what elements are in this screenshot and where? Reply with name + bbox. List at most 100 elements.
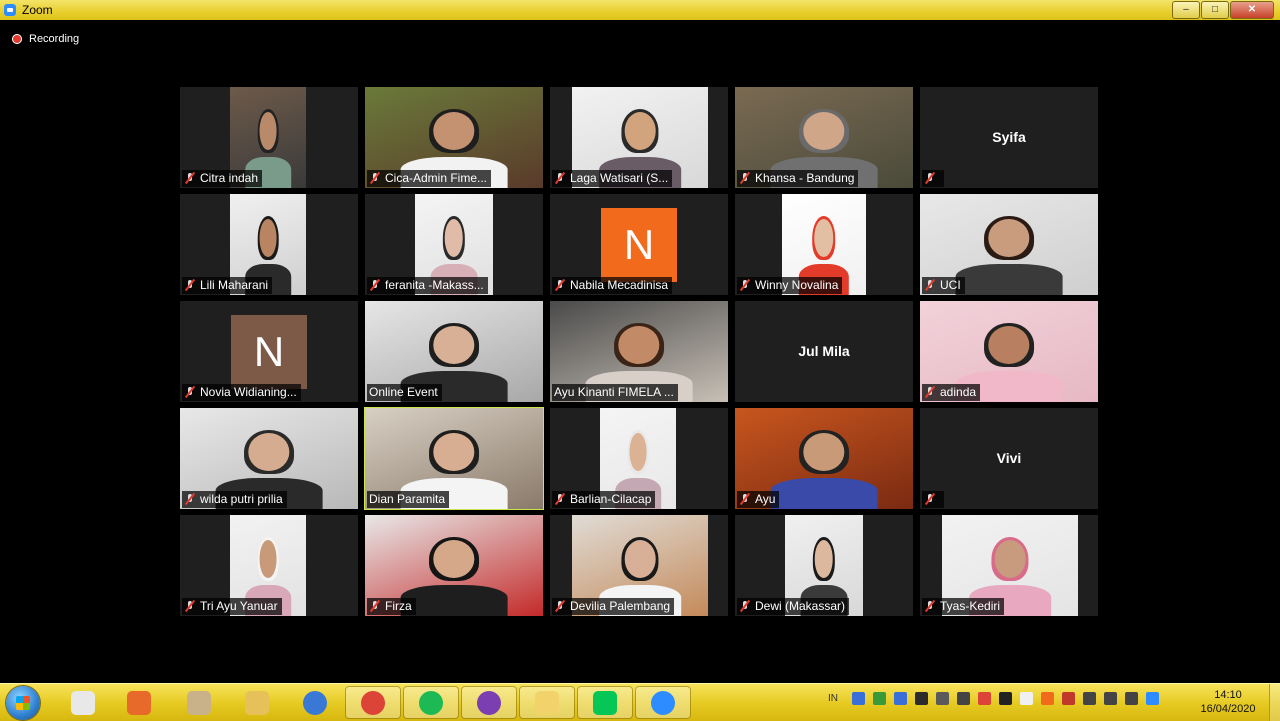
recording-indicator[interactable]: Recording (12, 33, 79, 45)
participant-name-label (922, 491, 944, 508)
participant-name: UCI (940, 278, 961, 292)
window-title-bar: Zoom – □ ✕ (0, 0, 1280, 20)
start-button[interactable] (6, 686, 40, 720)
participant-tile[interactable]: Citra indah (180, 87, 358, 188)
participant-tile[interactable]: N Nabila Mecadinisa (550, 194, 728, 295)
taskbar-item[interactable] (230, 687, 284, 718)
participant-name: Tri Ayu Yanuar (200, 599, 278, 613)
tray-app-icon[interactable] (999, 692, 1012, 705)
participant-name: Nabila Mecadinisa (570, 278, 669, 292)
taskbar-item[interactable] (172, 687, 226, 718)
taskbar-item[interactable] (404, 687, 458, 718)
participant-name-label: Ayu Kinanti FIMELA ... (552, 384, 678, 401)
tray-app-icon[interactable] (894, 692, 907, 705)
mic-muted-icon (369, 600, 381, 613)
participant-tile[interactable]: Devilia Palembang (550, 515, 728, 616)
participant-tile[interactable]: Winny Novalina (735, 194, 913, 295)
participant-center-name: Jul Mila (798, 343, 850, 359)
participant-name-label: Laga Watisari (S... (552, 170, 673, 187)
participant-center-name: Vivi (996, 450, 1022, 466)
tray-app-icon[interactable] (915, 692, 928, 705)
participant-tile[interactable]: Cica-Admin Fime... (365, 87, 543, 188)
taskbar-clock[interactable]: 14:10 16/04/2020 (1196, 688, 1260, 716)
participant-name-label: Nabila Mecadinisa (552, 277, 673, 294)
show-desktop-button[interactable] (1269, 684, 1280, 721)
tray-app-icon[interactable] (1125, 692, 1138, 705)
participant-tile[interactable]: N Novia Widianing... (180, 301, 358, 402)
maximize-button[interactable]: □ (1201, 1, 1229, 19)
participant-tile[interactable]: Tyas-Kediri (920, 515, 1098, 616)
clock-date: 16/04/2020 (1200, 703, 1256, 715)
participant-name-label: Tri Ayu Yanuar (182, 598, 282, 615)
close-button[interactable]: ✕ (1230, 1, 1274, 19)
mic-muted-icon (184, 386, 196, 399)
participant-tile[interactable]: UCI (920, 194, 1098, 295)
participant-tile[interactable]: Dewi (Makassar) (735, 515, 913, 616)
participant-name: Citra indah (200, 171, 259, 185)
participant-tile[interactable]: Vivi (920, 408, 1098, 509)
taskbar-item[interactable] (288, 687, 342, 718)
taskbar-item[interactable] (462, 687, 516, 718)
tray-app-icon[interactable] (1146, 692, 1159, 705)
participant-name-label: feranita -Makass... (367, 277, 488, 294)
zoom-icon (651, 690, 675, 715)
folder-icon (535, 690, 559, 715)
participant-name: Tyas-Kediri (940, 599, 1001, 613)
participant-name-label: Tyas-Kediri (922, 598, 1005, 615)
window-controls: – □ ✕ (1171, 1, 1274, 19)
mic-muted-icon (184, 600, 196, 613)
taskbar-item[interactable] (578, 687, 632, 718)
participant-name-label: Winny Novalina (737, 277, 843, 294)
participant-tile[interactable]: adinda (920, 301, 1098, 402)
tray-app-icon[interactable] (1083, 692, 1096, 705)
participant-name-label: Barlian-Cilacap (552, 491, 656, 508)
mic-muted-icon (739, 172, 751, 185)
tiles-app-icon (71, 690, 95, 715)
tray-app-icon[interactable] (978, 692, 991, 705)
mic-muted-icon (739, 279, 751, 292)
participant-tile[interactable]: Firza (365, 515, 543, 616)
participant-name-label: Devilia Palembang (552, 598, 675, 615)
taskbar-item[interactable] (112, 687, 166, 718)
participant-name-label: Online Event (367, 384, 442, 401)
participant-tile[interactable]: Laga Watisari (S... (550, 87, 728, 188)
zoom-app-icon (4, 4, 16, 16)
tray-app-icon[interactable] (852, 692, 865, 705)
participant-tile[interactable]: Ayu Kinanti FIMELA ... (550, 301, 728, 402)
tray-app-icon[interactable] (1104, 692, 1117, 705)
participant-tile[interactable]: Tri Ayu Yanuar (180, 515, 358, 616)
spotify-icon (419, 690, 443, 715)
participant-tile[interactable]: feranita -Makass... (365, 194, 543, 295)
mic-muted-icon (739, 600, 751, 613)
window-title: Zoom (22, 3, 53, 17)
tray-app-icon[interactable] (1041, 692, 1054, 705)
participant-tile[interactable]: Ayu (735, 408, 913, 509)
tray-app-icon[interactable] (1020, 692, 1033, 705)
participant-name: wilda putri prilia (200, 492, 283, 506)
participant-tile[interactable]: Barlian-Cilacap (550, 408, 728, 509)
system-tray: IN (828, 692, 1167, 705)
participant-tile[interactable]: Khansa - Bandung (735, 87, 913, 188)
line-icon (593, 690, 617, 715)
taskbar-item[interactable] (56, 687, 110, 718)
taskbar-item[interactable] (636, 687, 690, 718)
participant-tile[interactable]: Syifa (920, 87, 1098, 188)
taskbar-item[interactable] (520, 687, 574, 718)
participant-tile[interactable]: Jul Mila (735, 301, 913, 402)
participant-name-label (922, 170, 944, 187)
mic-muted-icon (184, 493, 196, 506)
tray-app-icon[interactable] (1062, 692, 1075, 705)
participant-tile[interactable]: Dian Paramita (364, 407, 544, 510)
tray-app-icon[interactable] (936, 692, 949, 705)
participant-tile[interactable]: Lili Maharani (180, 194, 358, 295)
participant-tile[interactable]: Online Event (365, 301, 543, 402)
participant-name: Online Event (369, 385, 438, 399)
tray-app-icon[interactable] (873, 692, 886, 705)
tray-app-icon[interactable] (957, 692, 970, 705)
language-indicator[interactable]: IN (828, 693, 838, 704)
chrome-icon (361, 690, 385, 715)
minimize-button[interactable]: – (1172, 1, 1200, 19)
mic-muted-icon (369, 279, 381, 292)
taskbar-item[interactable] (346, 687, 400, 718)
participant-tile[interactable]: wilda putri prilia (180, 408, 358, 509)
